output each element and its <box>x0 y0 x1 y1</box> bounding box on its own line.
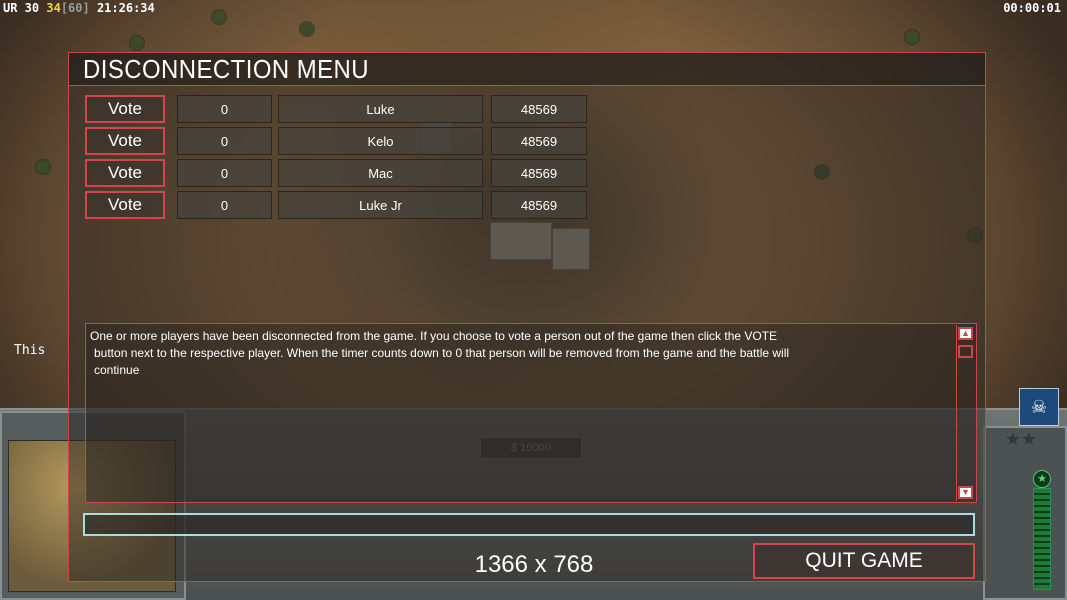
power-icon: ★ <box>1033 470 1051 488</box>
vote-button[interactable]: Vote <box>85 159 165 187</box>
dialog-title: DISCONNECTION MENU <box>83 54 370 84</box>
message-line: button next to the respective player. Wh… <box>94 346 790 360</box>
quit-game-button[interactable]: QUIT GAME <box>753 543 975 579</box>
hud-power-panel: ★ <box>983 426 1067 600</box>
player-ping: 48569 <box>491 191 587 219</box>
scroll-down-icon[interactable]: ▼ <box>958 486 973 499</box>
power-bar <box>1033 488 1051 590</box>
player-ping: 48569 <box>491 159 587 187</box>
resolution-label: 1366 x 768 <box>474 551 594 578</box>
status-prefix: UR 30 <box>3 1 47 15</box>
scroll-thumb[interactable] <box>958 345 973 358</box>
tree <box>212 10 226 24</box>
player-name: Luke <box>278 95 483 123</box>
vote-button[interactable]: Vote <box>85 95 165 123</box>
side-text: This <box>14 343 46 358</box>
dialog-header: DISCONNECTION MENU <box>69 53 985 86</box>
debug-status: UR 30 34[60] 21:26:34 <box>3 1 155 15</box>
player-name: Luke Jr <box>278 191 483 219</box>
game-timer: 00:00:01 <box>1003 1 1061 15</box>
chat-input[interactable] <box>83 513 975 536</box>
message-line: One or more players have been disconnect… <box>90 329 778 343</box>
disconnection-dialog: DISCONNECTION MENU Vote 0 Luke 48569 Vot… <box>68 52 986 582</box>
vote-count: 0 <box>177 95 272 123</box>
vote-count: 0 <box>177 159 272 187</box>
vote-count: 0 <box>177 191 272 219</box>
tree <box>905 30 919 44</box>
tree <box>130 36 144 50</box>
tree <box>300 22 314 36</box>
general-portrait-icon[interactable]: ☠ <box>1019 388 1059 426</box>
fps-value: 34 <box>46 1 61 15</box>
vote-button[interactable]: Vote <box>85 191 165 219</box>
message-text: One or more players have been disconnect… <box>90 328 950 379</box>
general-rank-icon: ★★ <box>1004 429 1037 449</box>
scroll-up-icon[interactable]: ▲ <box>958 327 973 340</box>
clock: 21:26:34 <box>89 1 155 15</box>
message-line: continue <box>94 363 140 377</box>
player-name: Kelo <box>278 127 483 155</box>
tree <box>36 160 50 174</box>
vote-button[interactable]: Vote <box>85 127 165 155</box>
player-ping: 48569 <box>491 95 587 123</box>
player-name: Mac <box>278 159 483 187</box>
vote-count: 0 <box>177 127 272 155</box>
scrollbar[interactable]: ▲ ▼ <box>956 325 975 501</box>
player-ping: 48569 <box>491 127 587 155</box>
message-box: One or more players have been disconnect… <box>85 323 977 503</box>
fps-cap: [60] <box>60 1 90 15</box>
